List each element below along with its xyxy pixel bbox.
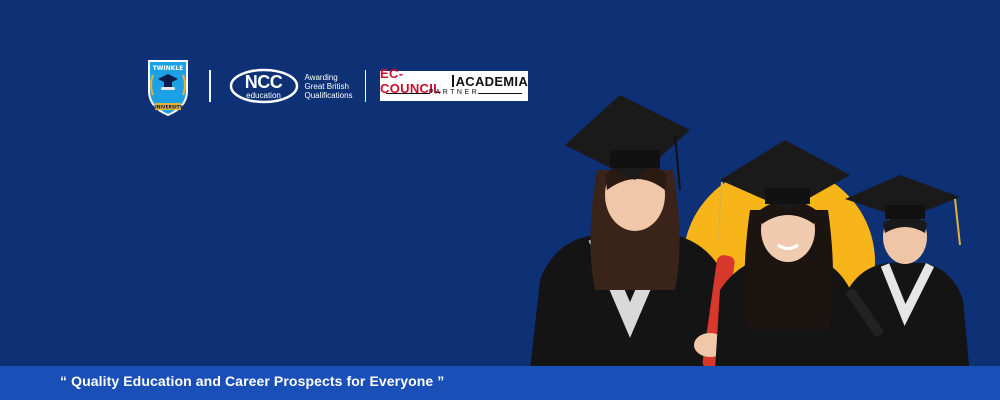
ec-council-wordmark: EC-COUNCIL ACADEMIA — [380, 66, 529, 96]
hero-banner: TWINKLE UNIVERSITY NCC education Awardin… — [0, 0, 1000, 400]
partner-logos: TWINKLE UNIVERSITY NCC education Awardin… — [143, 55, 529, 117]
ncc-oval-mark: NCC education — [229, 68, 299, 104]
ncc-education-logo: NCC education Awarding Great British Qua… — [229, 68, 353, 104]
academia-text: ACADEMIA — [455, 73, 529, 89]
ncc-line: Awarding — [304, 72, 338, 82]
ec-council-academia-logo: EC-COUNCIL ACADEMIA PARTNER — [380, 66, 529, 101]
partner-text: PARTNER — [428, 89, 480, 96]
twinkle-university-logo: TWINKLE UNIVERSITY — [143, 55, 193, 117]
ncc-line: Great British — [304, 81, 349, 91]
ncc-sub: education — [246, 91, 281, 100]
ncc-tagline: Awarding Great British Qualifications — [305, 73, 353, 100]
logo-divider — [364, 70, 367, 102]
graduate-photo-man-right — [840, 175, 970, 375]
logo-divider — [209, 70, 211, 102]
tagline-text: “ Quality Education and Career Prospects… — [60, 373, 445, 389]
twinkle-logo-top-text: TWINKLE — [153, 65, 184, 72]
ncc-name: NCC — [244, 72, 283, 92]
ec-separator — [452, 75, 454, 87]
twinkle-logo-bottom-text: UNIVERSITY — [153, 105, 183, 111]
ncc-line: Qualifications — [304, 90, 353, 100]
graduation-shield-icon: TWINKLE UNIVERSITY — [148, 60, 188, 117]
